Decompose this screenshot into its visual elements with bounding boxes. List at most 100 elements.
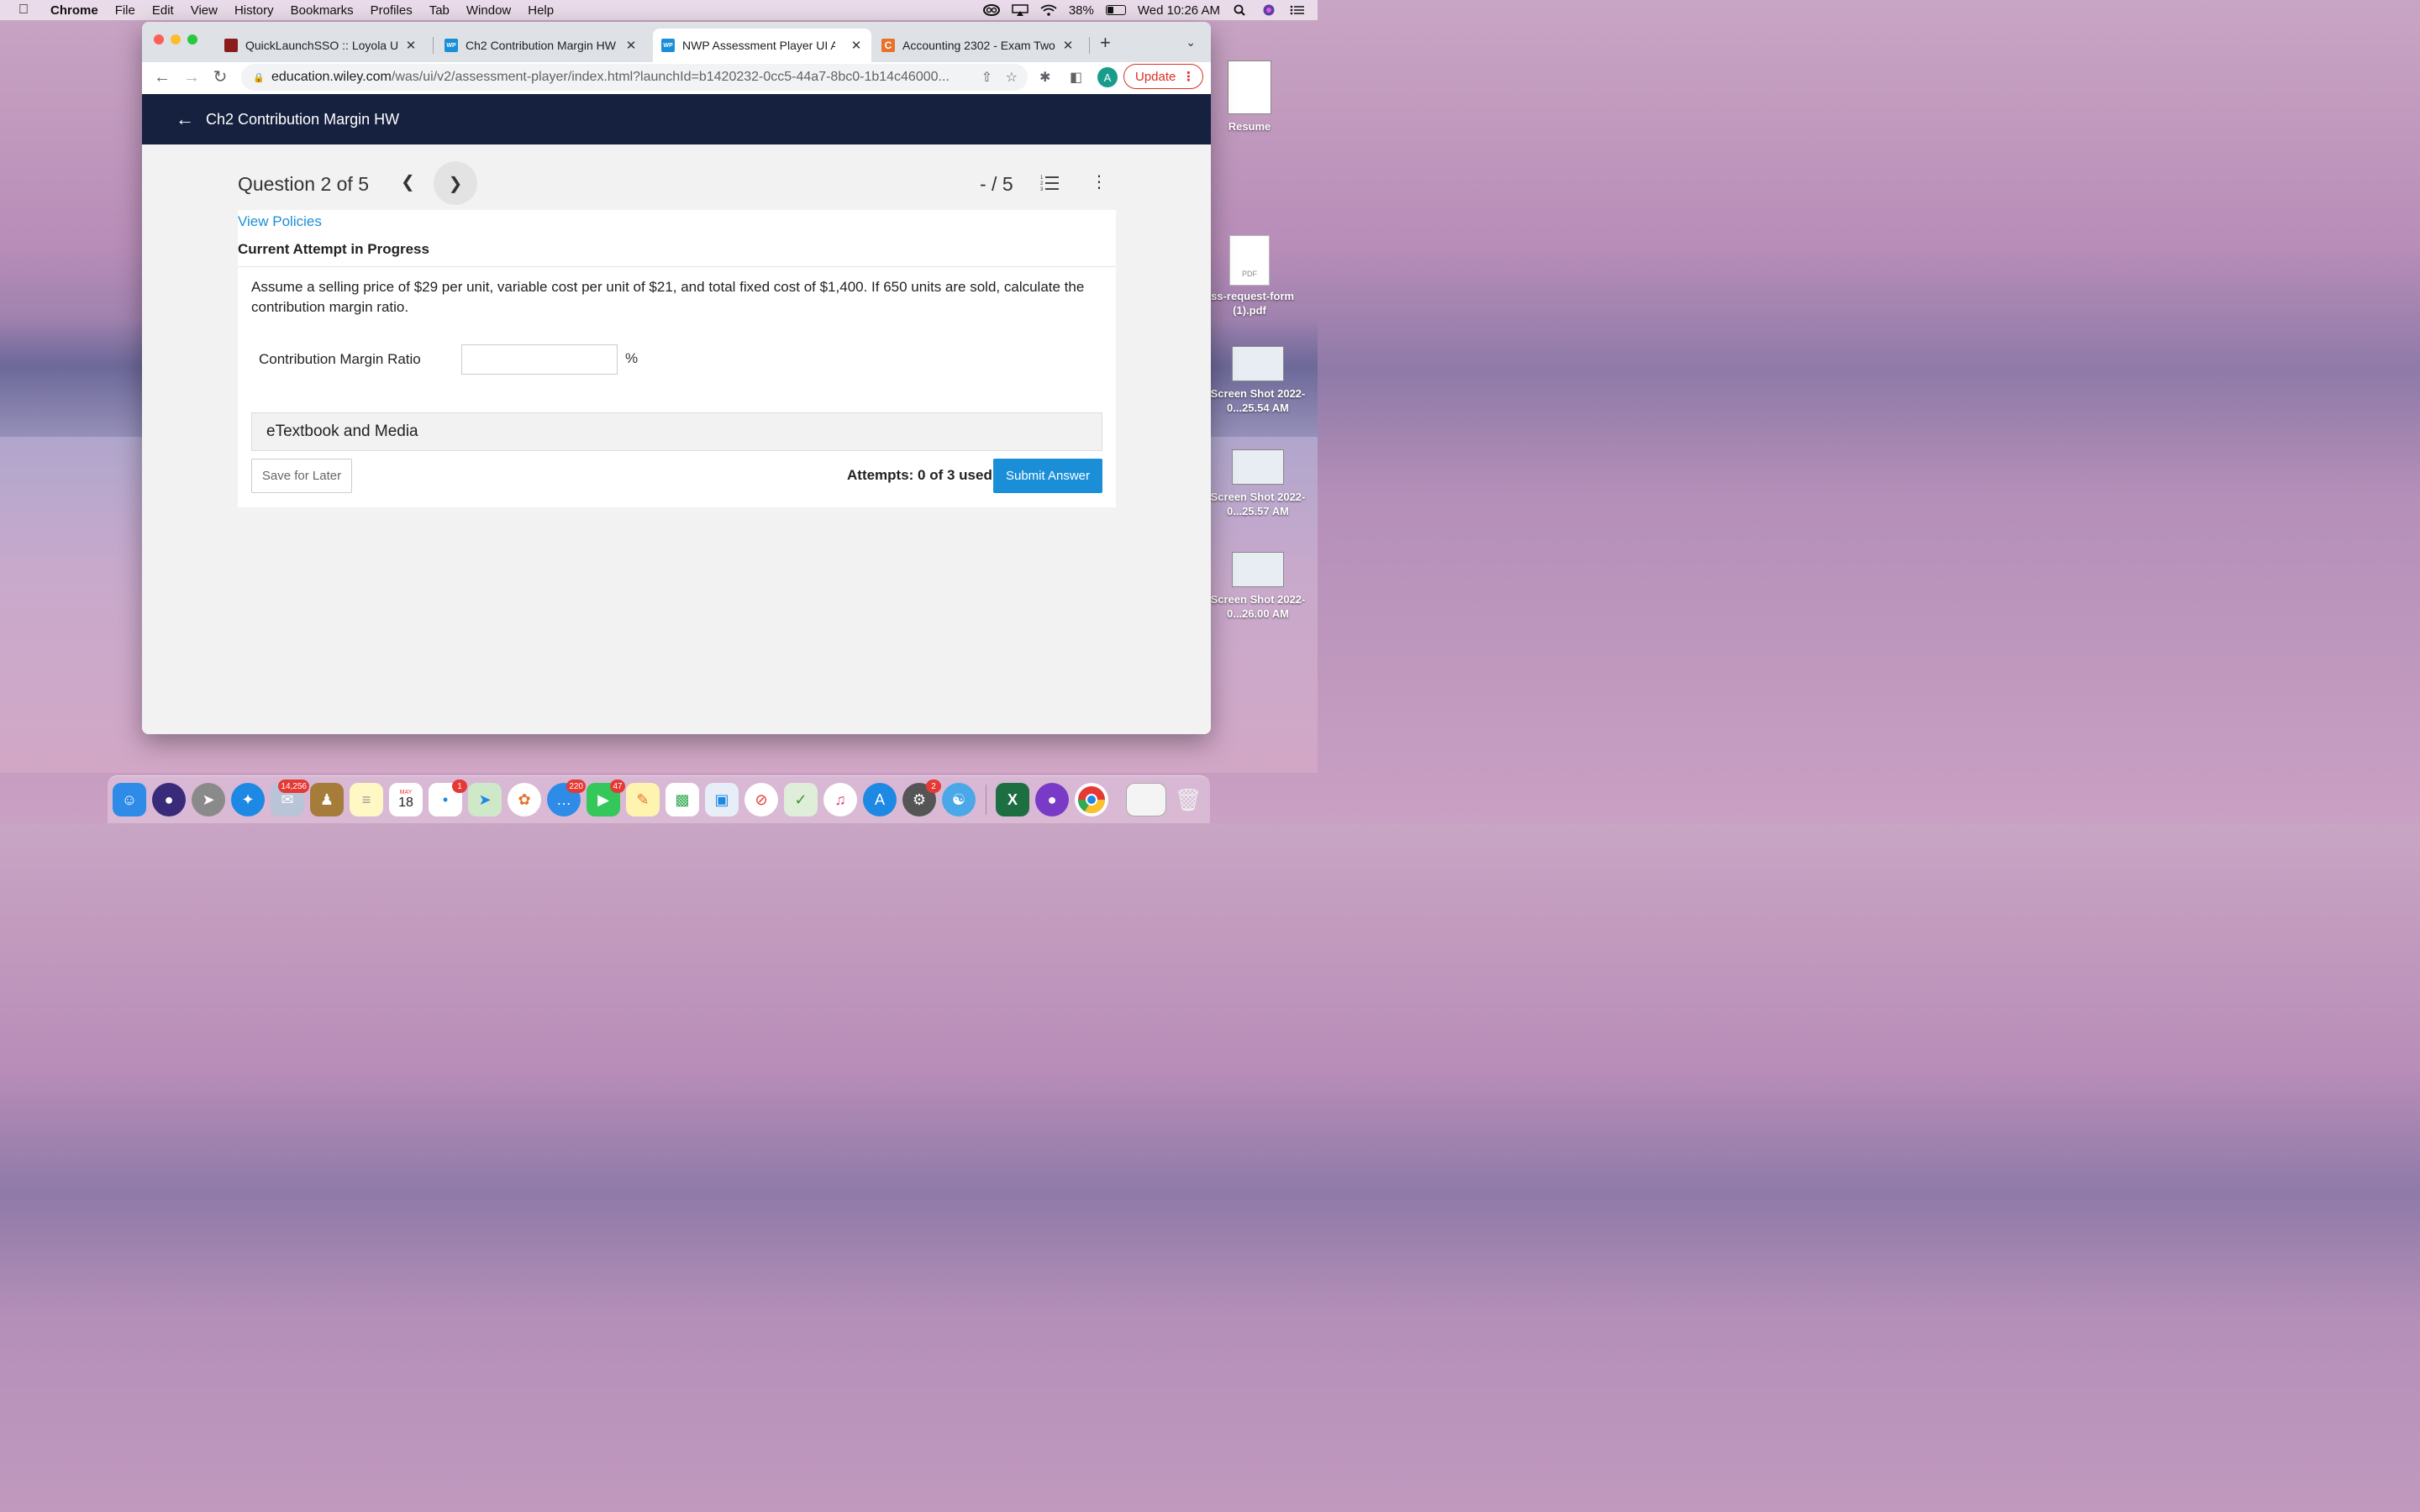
tab-search-chevron-down-icon[interactable]: ⌄ bbox=[1186, 35, 1196, 50]
forward-arrow-icon[interactable]: → bbox=[182, 67, 202, 87]
app-store-icon[interactable]: A bbox=[863, 783, 897, 816]
creative-cloud-icon[interactable] bbox=[982, 4, 1000, 16]
desktop-screenshot-1[interactable]: Screen Shot 2022-0...25.54 AM bbox=[1199, 346, 1317, 415]
back-arrow-icon[interactable]: ← bbox=[176, 108, 194, 130]
close-tab-icon[interactable]: ✕ bbox=[624, 38, 638, 53]
submit-answer-button[interactable]: Submit Answer bbox=[993, 459, 1102, 493]
wifi-icon[interactable] bbox=[1040, 4, 1057, 16]
view-policies-link[interactable]: View Policies bbox=[238, 213, 322, 230]
calendar-icon[interactable]: MAY 18 bbox=[389, 783, 423, 816]
downloads-stack-icon[interactable] bbox=[1126, 783, 1166, 816]
launchpad-rocket-icon[interactable]: ➤ bbox=[192, 783, 225, 816]
question-list-icon[interactable]: 1 2 3 bbox=[1040, 173, 1059, 192]
menu-help[interactable]: Help bbox=[528, 3, 554, 18]
network-globe-icon[interactable]: ☯ bbox=[942, 783, 976, 816]
share-icon[interactable]: ⇧ bbox=[981, 69, 992, 86]
etextbook-media-panel[interactable]: eTextbook and Media bbox=[251, 412, 1102, 451]
question-score: - / 5 bbox=[980, 173, 1013, 195]
close-tab-icon[interactable]: ✕ bbox=[850, 38, 863, 53]
music-note-icon[interactable]: ♫ bbox=[823, 783, 857, 816]
tab-quicklaunch[interactable]: QuickLaunchSSO :: Loyola Univ ✕ bbox=[216, 29, 426, 62]
trash-icon[interactable]: 🗑 bbox=[1171, 783, 1205, 816]
assessment-body: Question 2 of 5 ❮ ❯ - / 5 1 2 3 ⋮ View P… bbox=[142, 144, 1211, 734]
menu-file[interactable]: File bbox=[115, 3, 135, 18]
side-panel-icon[interactable]: ◧ bbox=[1070, 69, 1082, 86]
menu-history[interactable]: History bbox=[234, 3, 274, 18]
desktop-file-pdf[interactable]: PDF ass-request-form (1).pdf bbox=[1199, 235, 1300, 318]
tab-strip: QuickLaunchSSO :: Loyola Univ ✕ WP Ch2 C… bbox=[142, 22, 1211, 62]
notes-icon[interactable]: ≡ bbox=[350, 783, 383, 816]
battery-icon[interactable] bbox=[1105, 5, 1126, 15]
more-options-icon[interactable]: ⋮ bbox=[1091, 171, 1107, 192]
system-preferences-badge: 2 bbox=[926, 780, 941, 793]
menu-edit[interactable]: Edit bbox=[152, 3, 174, 18]
zoom-window-button[interactable] bbox=[187, 34, 197, 45]
mail-icon[interactable]: ✉ 14,256 bbox=[271, 780, 309, 816]
assignment-header: ← Ch2 Contribution Margin HW bbox=[142, 94, 1211, 144]
reminders-icon[interactable]: • 1 bbox=[429, 780, 467, 816]
next-question-chevron-right-icon[interactable]: ❯ bbox=[434, 161, 477, 205]
close-tab-icon[interactable]: ✕ bbox=[1061, 38, 1075, 53]
spotlight-search-icon[interactable] bbox=[1232, 4, 1249, 16]
news-icon[interactable]: ⊘ bbox=[744, 783, 778, 816]
lock-icon[interactable]: 🔒 bbox=[253, 72, 265, 83]
contribution-margin-ratio-input[interactable] bbox=[461, 344, 618, 375]
app-potion-icon[interactable]: ● bbox=[1035, 783, 1069, 816]
menu-profiles[interactable]: Profiles bbox=[371, 3, 413, 18]
question-card: View Policies Current Attempt in Progres… bbox=[238, 210, 1116, 507]
notification-center-icon[interactable] bbox=[1289, 4, 1306, 16]
menu-bar:  Chrome File Edit View History Bookmark… bbox=[0, 0, 1318, 20]
address-bar[interactable]: 🔒 education.wiley.com /was/ui/v2/assessm… bbox=[241, 64, 1028, 91]
safari-compass-icon[interactable]: ✦ bbox=[231, 783, 265, 816]
menu-window[interactable]: Window bbox=[466, 3, 511, 18]
canvas-icon: C bbox=[881, 39, 895, 52]
siri-icon[interactable] bbox=[1260, 4, 1277, 16]
tab-nwp-assessment[interactable]: WP NWP Assessment Player UI App ✕ bbox=[653, 29, 871, 62]
contacts-icon[interactable]: ♟ bbox=[310, 783, 344, 816]
tab-title: Accounting 2302 - Exam Two F bbox=[902, 39, 1055, 52]
desktop-screenshot-2[interactable]: Screen Shot 2022-0...25.57 AM bbox=[1199, 449, 1317, 518]
profile-avatar[interactable]: A bbox=[1097, 67, 1118, 87]
chrome-icon[interactable] bbox=[1075, 783, 1108, 816]
screenshot-thumbnail-icon bbox=[1232, 552, 1284, 587]
tab-accounting-exam[interactable]: C Accounting 2302 - Exam Two F ✕ bbox=[873, 29, 1083, 62]
close-window-button[interactable] bbox=[154, 34, 164, 45]
new-tab-plus-icon[interactable]: + bbox=[1100, 34, 1111, 52]
system-preferences-gear-icon[interactable]: ⚙ 2 bbox=[902, 780, 941, 816]
finder-icon[interactable]: ☺ bbox=[113, 783, 146, 816]
battery-percent: 38% bbox=[1068, 3, 1094, 18]
siri-icon[interactable]: ● bbox=[152, 783, 186, 816]
numbers-chart-icon[interactable]: ▩ bbox=[666, 783, 699, 816]
loyola-icon bbox=[224, 39, 238, 52]
apple-menu-icon[interactable]:  bbox=[18, 3, 34, 18]
screenshot-thumbnail-icon bbox=[1232, 346, 1284, 381]
menu-view[interactable]: View bbox=[191, 3, 218, 18]
pages-icon[interactable]: ✎ bbox=[626, 783, 660, 816]
save-for-later-button[interactable]: Save for Later bbox=[251, 459, 352, 493]
reload-icon[interactable]: ↻ bbox=[210, 67, 230, 87]
tab-ch2-homework[interactable]: WP Ch2 Contribution Margin HW ✕ bbox=[436, 29, 646, 62]
bookmark-star-icon[interactable]: ☆ bbox=[1006, 69, 1018, 86]
minimize-window-button[interactable] bbox=[171, 34, 181, 45]
excel-icon[interactable]: X bbox=[996, 783, 1029, 816]
photos-icon[interactable]: ✿ bbox=[508, 783, 541, 816]
menu-tab[interactable]: Tab bbox=[429, 3, 450, 18]
menu-clock[interactable]: Wed 10:26 AM bbox=[1138, 3, 1220, 18]
back-arrow-icon[interactable]: ← bbox=[152, 67, 172, 87]
close-tab-icon[interactable]: ✕ bbox=[404, 38, 418, 53]
menu-app-name[interactable]: Chrome bbox=[50, 3, 98, 18]
desktop-screenshot-3[interactable]: Screen Shot 2022-0...26.00 AM bbox=[1199, 552, 1317, 621]
update-button[interactable]: Update ⋮ bbox=[1123, 64, 1203, 89]
extensions-puzzle-icon[interactable]: ✱ bbox=[1039, 69, 1050, 86]
preview-icon[interactable]: ✓ bbox=[784, 783, 818, 816]
airplay-icon[interactable] bbox=[1012, 4, 1028, 16]
keynote-icon[interactable]: ▣ bbox=[705, 783, 739, 816]
facetime-icon[interactable]: ▶ 47 bbox=[587, 780, 625, 816]
maps-icon[interactable]: ➤ bbox=[468, 783, 502, 816]
more-menu-icon: ⋮ bbox=[1182, 70, 1195, 84]
question-navigation: Question 2 of 5 ❮ ❯ - / 5 1 2 3 ⋮ bbox=[238, 161, 1116, 205]
previous-question-chevron-left-icon[interactable]: ❮ bbox=[401, 171, 415, 192]
desktop-file-label: Screen Shot 2022-0...25.57 AM bbox=[1210, 491, 1306, 517]
menu-bookmarks[interactable]: Bookmarks bbox=[291, 3, 354, 18]
messages-icon[interactable]: … 220 bbox=[547, 780, 586, 816]
